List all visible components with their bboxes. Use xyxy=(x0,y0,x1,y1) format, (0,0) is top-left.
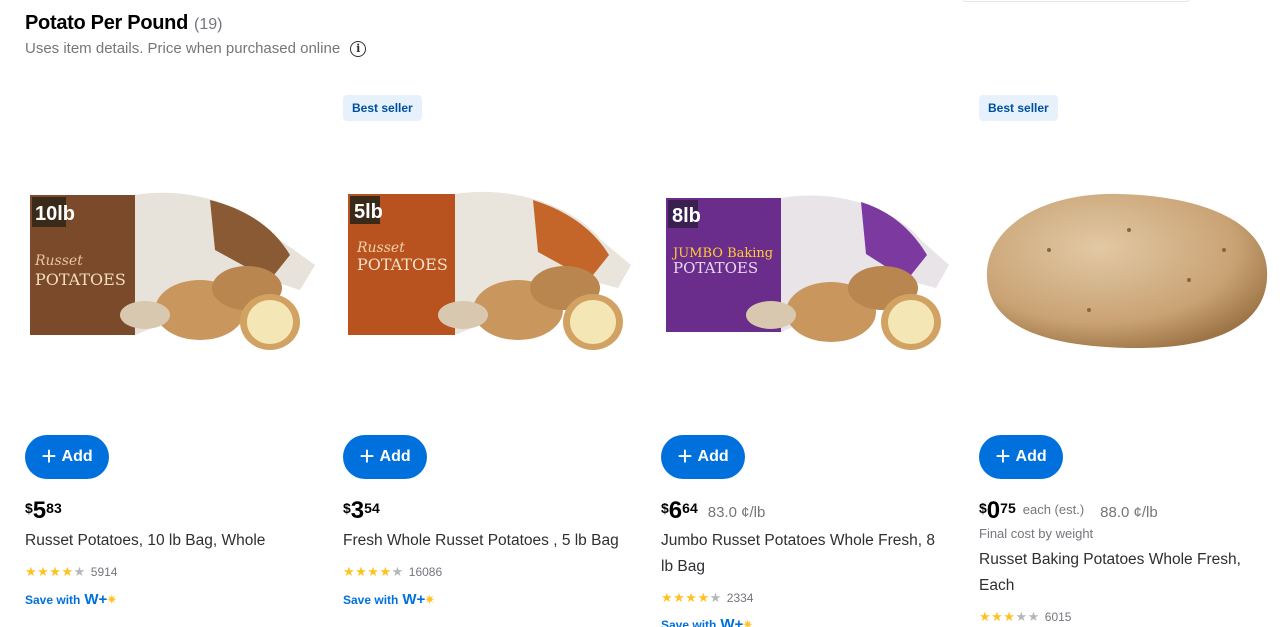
final-cost-note: Final cost by weight xyxy=(979,526,1094,541)
best-seller-badge: Best seller xyxy=(979,95,1058,121)
plus-icon: + xyxy=(41,440,57,471)
product-name[interactable]: Russet Potatoes, 10 lb Bag, Whole xyxy=(25,528,310,554)
product-image[interactable]: 10lb Russet POTATOES xyxy=(25,170,325,420)
results-subtitle: Uses item details. Price when purchased … xyxy=(25,40,341,57)
top-bar-fragment xyxy=(962,0,1190,2)
search-results-page: Potato Per Pound (19) Uses item details.… xyxy=(0,0,1280,627)
svg-text:POTATOES: POTATOES xyxy=(35,270,126,289)
product-price: $ 6 64 xyxy=(661,497,698,524)
results-header: Potato Per Pound (19) xyxy=(25,12,222,35)
svg-text:Russet: Russet xyxy=(356,240,405,256)
product-image[interactable]: 8lb JUMBO Baking POTATOES xyxy=(661,170,961,420)
plus-icon: + xyxy=(359,440,375,471)
results-subtitle-row: Uses item details. Price when purchased … xyxy=(25,40,367,57)
product-card[interactable]: 8lb JUMBO Baking POTATOES + Add $ 6 64 8… xyxy=(661,90,961,627)
best-seller-badge: Best seller xyxy=(343,95,422,121)
unit-price: 83.0 ¢/lb xyxy=(707,504,766,521)
unit-price: 88.0 ¢/lb xyxy=(1100,504,1158,521)
info-icon[interactable]: i xyxy=(350,40,367,57)
svg-text:POTATOES: POTATOES xyxy=(357,255,448,274)
product-rating: ★★★★★ 5914 xyxy=(25,564,117,580)
walmart-plus-icon: W+ ✷ xyxy=(402,591,436,608)
star-rating-icon: ★★★★★ xyxy=(25,564,86,579)
svg-text:Russet: Russet xyxy=(34,253,83,269)
product-image[interactable] xyxy=(979,170,1279,420)
save-with-walmart-plus[interactable]: Save with W+ ✷ xyxy=(25,591,117,608)
star-rating-icon: ★★★★★ xyxy=(979,609,1040,624)
product-image[interactable]: 5lb Russet POTATOES xyxy=(343,170,643,420)
product-card[interactable]: Best seller + Add $ 0 75 each (est.) 88.… xyxy=(979,90,1279,627)
product-price: $ 0 75 xyxy=(979,497,1016,524)
save-with-walmart-plus[interactable]: Save with W+ ✷ xyxy=(343,591,435,608)
price-row: $ 5 83 xyxy=(25,498,62,524)
product-rating: ★★★★★ 6015 xyxy=(979,609,1071,625)
save-with-walmart-plus[interactable]: Save with W+ ✷ xyxy=(661,616,753,627)
price-row: $ 0 75 each (est.) 88.0 ¢/lb xyxy=(979,498,1158,524)
review-count: 5914 xyxy=(90,565,118,579)
add-to-cart-button[interactable]: + Add xyxy=(661,435,745,479)
result-count: (19) xyxy=(193,16,223,33)
review-count: 2334 xyxy=(726,591,754,605)
product-name[interactable]: Russet Baking Potatoes Whole Fresh, Each xyxy=(979,547,1264,599)
star-rating-icon: ★★★★★ xyxy=(661,590,722,605)
svg-text:8lb: 8lb xyxy=(672,205,701,227)
walmart-plus-icon: W+ ✷ xyxy=(84,591,118,608)
product-name[interactable]: Fresh Whole Russet Potatoes , 5 lb Bag xyxy=(343,528,628,554)
svg-text:POTATOES: POTATOES xyxy=(673,259,758,277)
price-row: $ 3 54 xyxy=(343,498,380,524)
add-to-cart-button[interactable]: + Add xyxy=(25,435,109,479)
product-rating: ★★★★★ 16086 xyxy=(343,564,442,580)
add-to-cart-button[interactable]: + Add xyxy=(343,435,427,479)
walmart-plus-icon: W+ ✷ xyxy=(720,616,754,627)
product-name[interactable]: Jumbo Russet Potatoes Whole Fresh, 8 lb … xyxy=(661,528,946,580)
product-card[interactable]: Best seller 5lb Russet POTATOES + Add $ … xyxy=(343,90,643,627)
page-title: Potato Per Pound xyxy=(25,12,188,34)
add-to-cart-button[interactable]: + Add xyxy=(979,435,1063,479)
product-card[interactable]: 10lb Russet POTATOES + Add $ 5 83 Russet… xyxy=(25,90,325,627)
product-rating: ★★★★★ 2334 xyxy=(661,590,753,606)
svg-text:5lb: 5lb xyxy=(354,201,383,223)
plus-icon: + xyxy=(677,440,693,471)
review-count: 6015 xyxy=(1044,610,1072,624)
star-rating-icon: ★★★★★ xyxy=(343,564,404,579)
plus-icon: + xyxy=(995,440,1011,471)
product-price: $ 5 83 xyxy=(25,497,62,524)
svg-text:10lb: 10lb xyxy=(35,203,75,225)
review-count: 16086 xyxy=(408,565,443,579)
each-estimate-label: each (est.) xyxy=(1022,502,1085,517)
product-price: $ 3 54 xyxy=(343,497,380,524)
price-row: $ 6 64 83.0 ¢/lb xyxy=(661,498,765,524)
